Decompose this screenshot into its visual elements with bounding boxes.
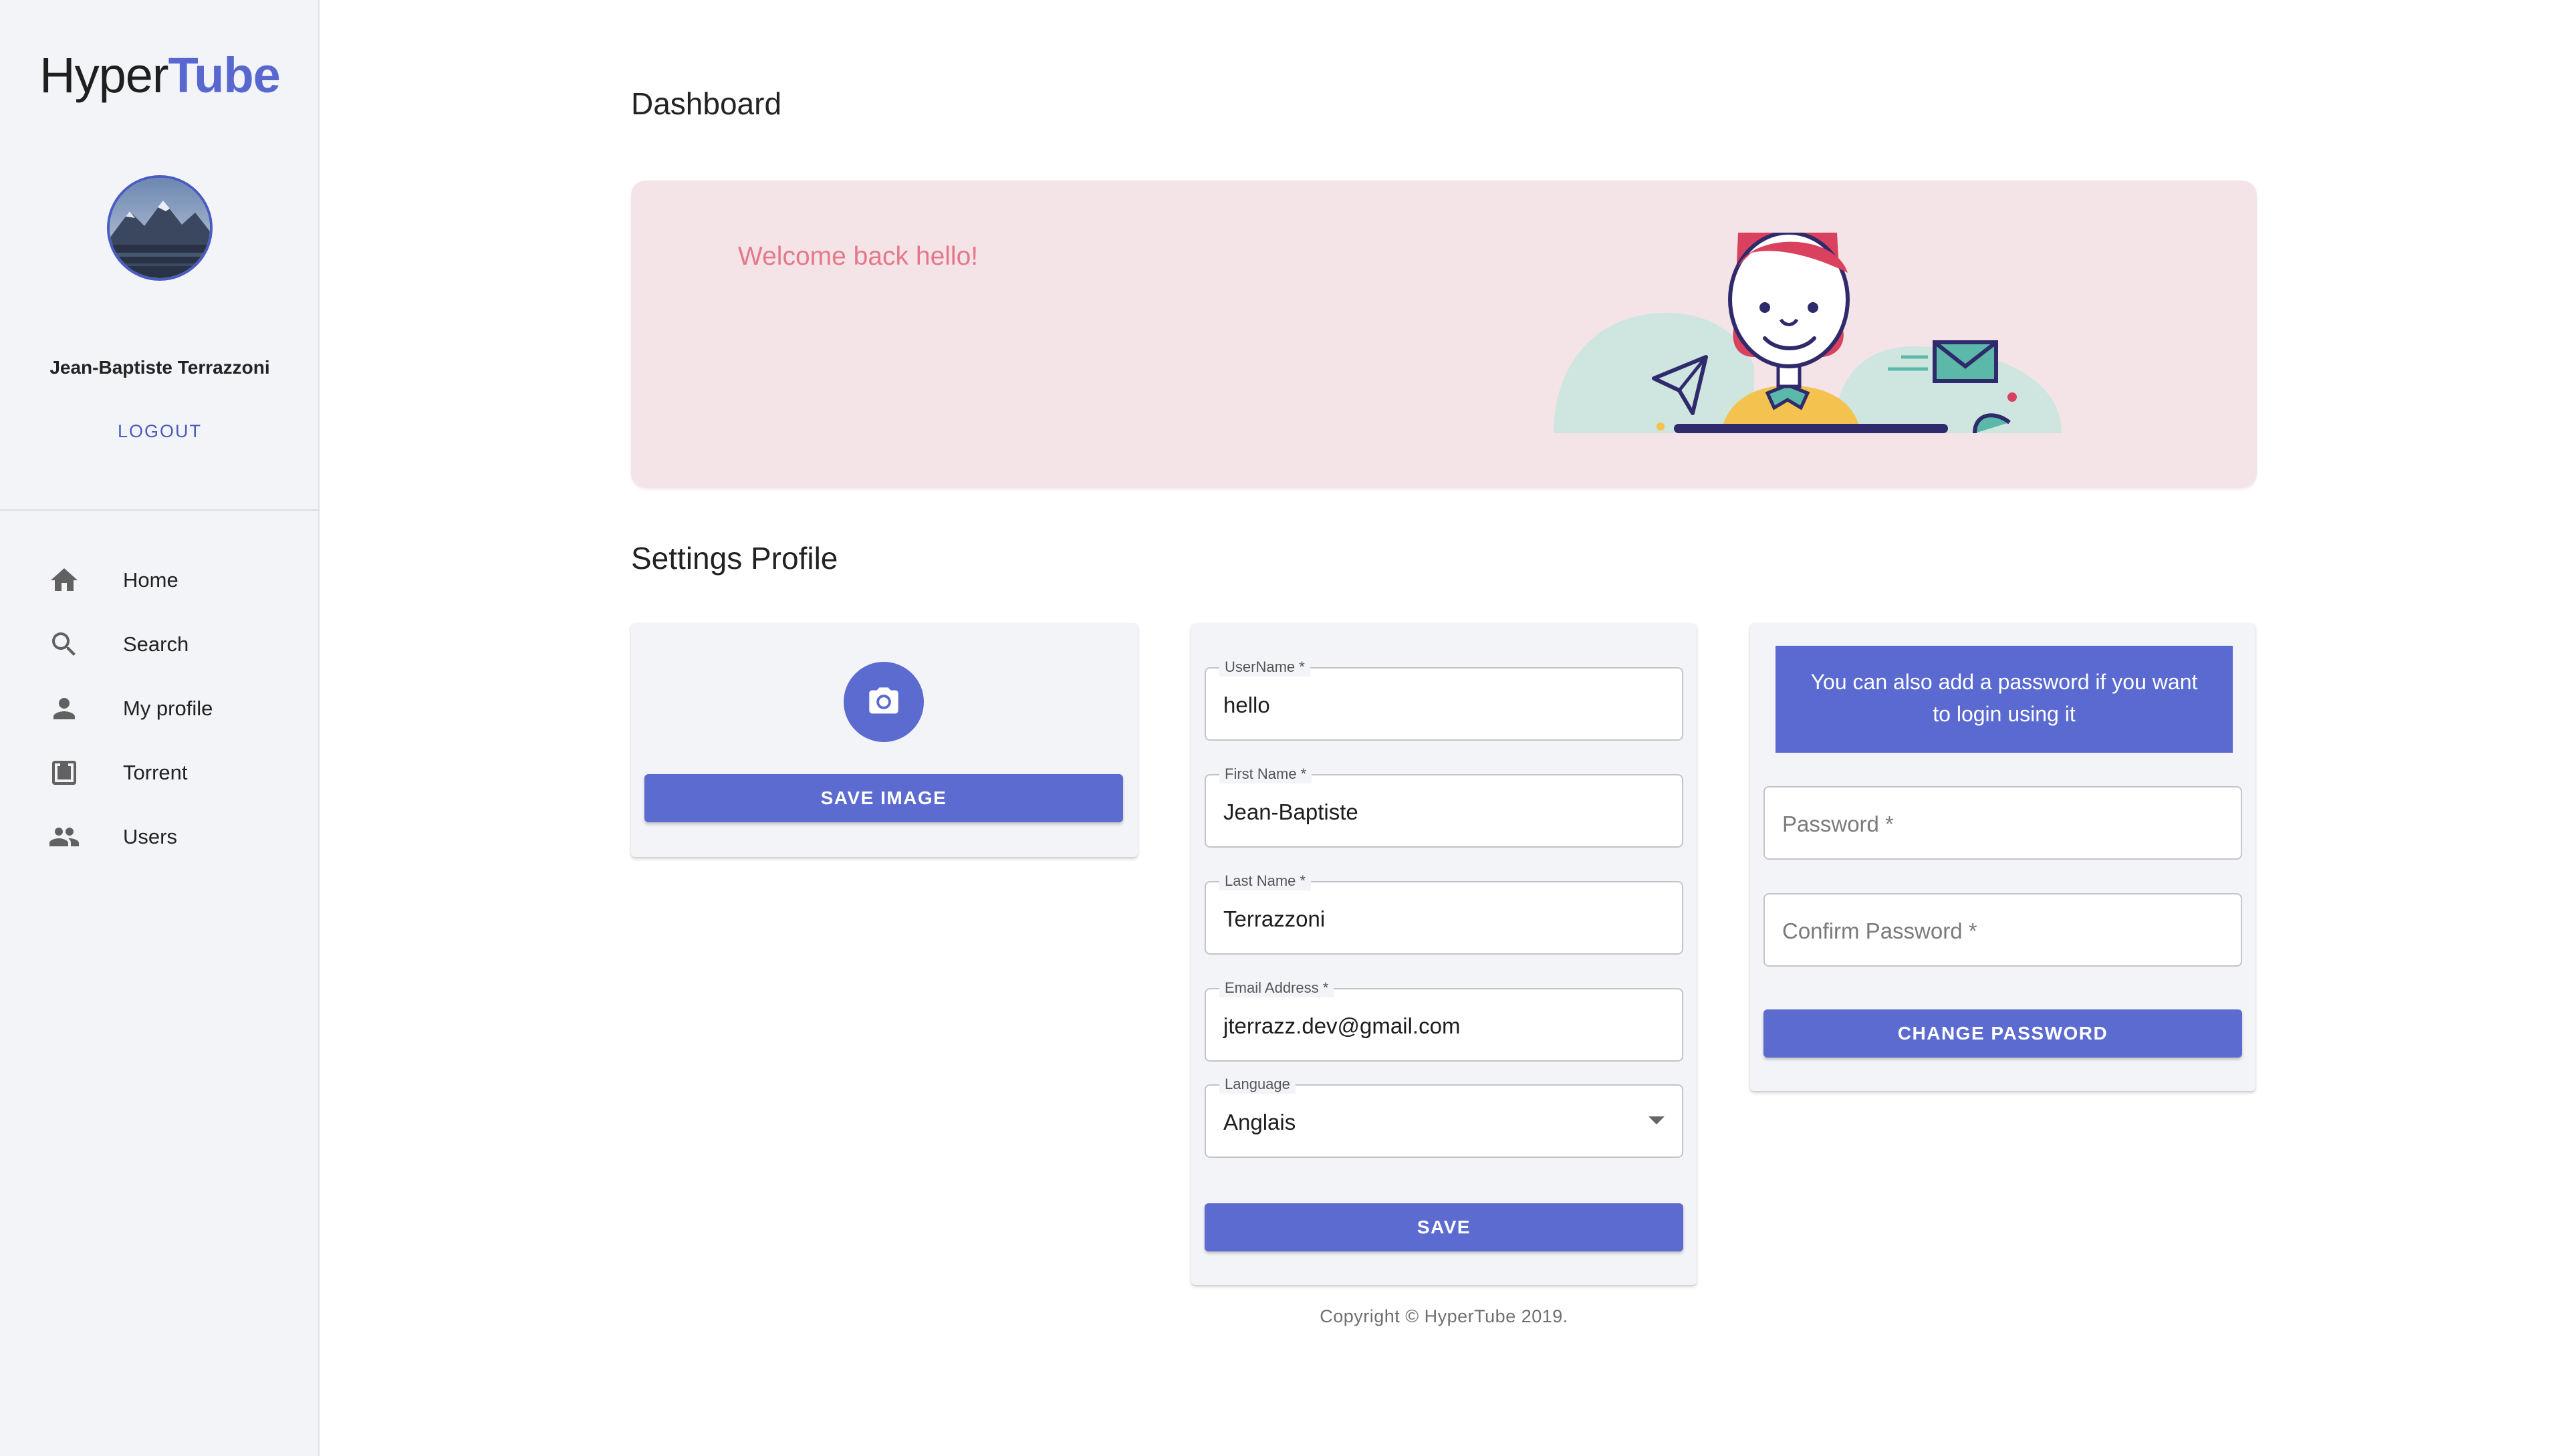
sidebar-item-label: Users [123, 825, 177, 848]
password-info-banner: You can also add a password if you want … [1776, 646, 2233, 753]
save-button[interactable]: SAVE [1205, 1203, 1683, 1251]
first-name-value: Jean-Baptiste [1223, 800, 1358, 824]
sidebar-item-label: Search [123, 632, 189, 656]
avatar[interactable] [107, 175, 213, 281]
language-label: Language [1219, 1075, 1296, 1094]
change-password-button[interactable]: CHANGE PASSWORD [1763, 1009, 2242, 1058]
sidebar-nav: Home Search My profile Torrent Users [0, 548, 320, 869]
app-root: HyperTube Jean-Baptiste Terrazzoni LOGOU… [0, 0, 2567, 1456]
download-icon [48, 757, 80, 789]
sidebar-item-users[interactable]: Users [0, 805, 320, 869]
email-field[interactable]: Email Address * jterrazz.dev@gmail.com [1205, 979, 1683, 1062]
sidebar-item-home[interactable]: Home [0, 548, 320, 612]
profile-image-card: SAVE IMAGE [631, 623, 1138, 857]
confirm-password-field[interactable]: Confirm Password * [1763, 893, 2242, 967]
welcome-banner: Welcome back hello! [631, 180, 2257, 488]
last-name-label: Last Name * [1219, 872, 1312, 890]
copyright: Copyright © HyperTube 2019. [1320, 1306, 1568, 1326]
home-icon [48, 564, 80, 596]
sidebar: HyperTube Jean-Baptiste Terrazzoni LOGOU… [0, 0, 320, 1456]
brand-logo[interactable]: HyperTube [0, 47, 320, 104]
last-name-value: Terrazzoni [1223, 906, 1326, 931]
user-name: Jean-Baptiste Terrazzoni [49, 357, 270, 378]
username-value: hello [1223, 693, 1270, 717]
brand-prefix: Hyper [39, 47, 168, 103]
brand-accent: Tube [168, 47, 281, 103]
logout-button[interactable]: LOGOUT [0, 421, 320, 442]
sidebar-item-torrent[interactable]: Torrent [0, 741, 320, 805]
password-card: You can also add a password if you want … [1750, 623, 2255, 1091]
profile-form-card: UserName * hello First Name * Jean-Bapti… [1191, 623, 1697, 1285]
password-field[interactable]: Password * [1763, 786, 2242, 860]
sidebar-divider [0, 509, 320, 511]
camera-icon [869, 687, 898, 714]
password-placeholder: Password * [1782, 812, 1894, 836]
username-field[interactable]: UserName * hello [1205, 658, 1683, 741]
sidebar-item-my-profile[interactable]: My profile [0, 677, 320, 741]
upload-photo-button[interactable] [844, 662, 924, 742]
people-icon [48, 821, 80, 853]
avatar-image [110, 178, 210, 278]
chevron-down-icon [1648, 1116, 1665, 1124]
language-select[interactable]: Language Anglais [1205, 1075, 1683, 1158]
sidebar-item-label: My profile [123, 697, 213, 720]
sidebar-item-label: Home [123, 568, 178, 592]
sidebar-item-search[interactable]: Search [0, 612, 320, 677]
person-icon [48, 693, 80, 725]
search-icon [48, 628, 80, 660]
email-value: jterrazz.dev@gmail.com [1223, 1013, 1461, 1038]
save-image-button[interactable]: SAVE IMAGE [644, 774, 1123, 822]
page-title: Dashboard [631, 86, 782, 121]
settings-title: Settings Profile [631, 541, 838, 576]
welcome-illustration [1554, 233, 2062, 433]
welcome-message: Welcome back hello! [738, 242, 979, 271]
sidebar-item-label: Torrent [123, 761, 188, 784]
first-name-field[interactable]: First Name * Jean-Baptiste [1205, 765, 1683, 848]
email-label: Email Address * [1219, 979, 1334, 997]
language-value: Anglais [1223, 1110, 1296, 1134]
confirm-password-placeholder: Confirm Password * [1782, 919, 1977, 943]
last-name-field[interactable]: Last Name * Terrazzoni [1205, 872, 1683, 955]
username-label: UserName * [1219, 658, 1310, 677]
first-name-label: First Name * [1219, 765, 1312, 783]
